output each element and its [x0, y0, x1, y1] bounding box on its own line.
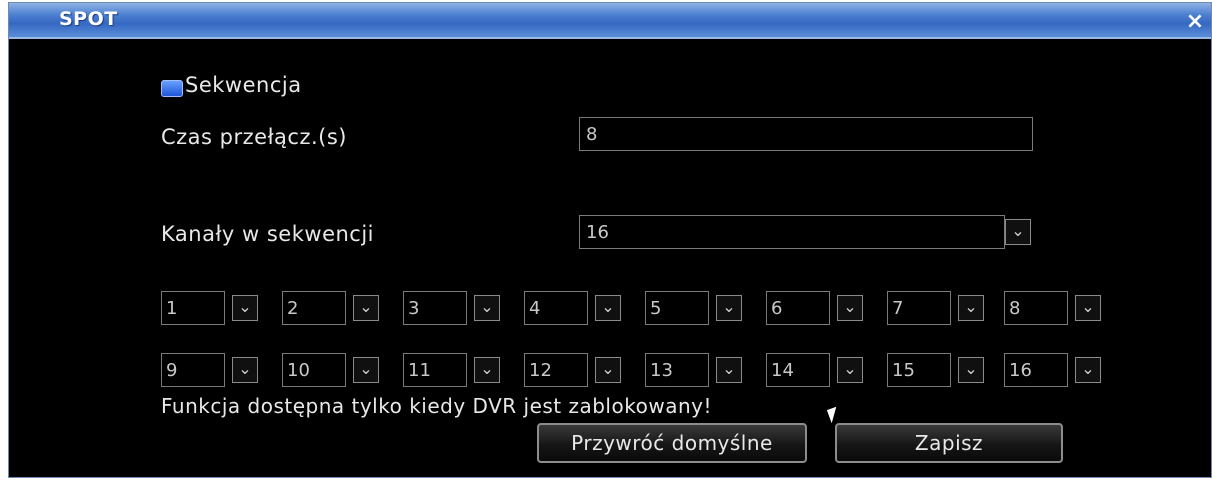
- window-title: SPOT: [59, 8, 118, 30]
- save-button[interactable]: Zapisz: [835, 423, 1063, 463]
- chevron-down-icon[interactable]: ⌄: [595, 357, 621, 383]
- channel-slot-value[interactable]: 4: [524, 291, 588, 325]
- chevron-down-icon[interactable]: ⌄: [474, 295, 500, 321]
- channel-slot-value[interactable]: 16: [1004, 353, 1068, 387]
- channel-slot-value[interactable]: 1: [161, 291, 225, 325]
- channel-slot-value[interactable]: 7: [887, 291, 951, 325]
- channel-slot-value[interactable]: 10: [282, 353, 346, 387]
- channel-slot-value[interactable]: 6: [766, 291, 830, 325]
- chevron-down-icon[interactable]: ⌄: [353, 357, 379, 383]
- mouse-cursor-icon: [826, 406, 842, 424]
- channels-in-sequence-label: Kanały w sekwencji: [161, 222, 375, 246]
- channel-slot-value[interactable]: 2: [282, 291, 346, 325]
- spot-dialog: SPOT × Sekwencja Czas przełącz.(s) 8 Kan…: [8, 2, 1212, 478]
- chevron-down-icon[interactable]: ⌄: [1075, 357, 1101, 383]
- channel-slot-value[interactable]: 8: [1004, 291, 1068, 325]
- chevron-down-icon[interactable]: ⌄: [595, 295, 621, 321]
- chevron-down-icon[interactable]: ⌄: [837, 295, 863, 321]
- switch-time-input[interactable]: 8: [579, 117, 1033, 151]
- close-icon[interactable]: ×: [1185, 11, 1205, 33]
- channel-slot-value[interactable]: 13: [645, 353, 709, 387]
- sequence-checkbox[interactable]: [161, 80, 183, 97]
- channel-slot-value[interactable]: 9: [161, 353, 225, 387]
- chevron-down-icon[interactable]: ⌄: [1005, 219, 1031, 245]
- chevron-down-icon[interactable]: ⌄: [232, 295, 258, 321]
- notice-text: Funkcja dostępna tylko kiedy DVR jest za…: [161, 394, 712, 418]
- chevron-down-icon[interactable]: ⌄: [837, 357, 863, 383]
- title-bar[interactable]: SPOT ×: [9, 3, 1211, 39]
- channel-slot-value[interactable]: 5: [645, 291, 709, 325]
- chevron-down-icon[interactable]: ⌄: [716, 357, 742, 383]
- channel-slot-value[interactable]: 15: [887, 353, 951, 387]
- channel-slot-value[interactable]: 12: [524, 353, 588, 387]
- switch-time-label: Czas przełącz.(s): [161, 125, 347, 149]
- channel-slot-value[interactable]: 3: [403, 291, 467, 325]
- channels-in-sequence-select[interactable]: 16: [579, 215, 1005, 249]
- restore-defaults-button[interactable]: Przywróć domyślne: [537, 423, 807, 463]
- chevron-down-icon[interactable]: ⌄: [474, 357, 500, 383]
- chevron-down-icon[interactable]: ⌄: [232, 357, 258, 383]
- chevron-down-icon[interactable]: ⌄: [958, 357, 984, 383]
- chevron-down-icon[interactable]: ⌄: [353, 295, 379, 321]
- chevron-down-icon[interactable]: ⌄: [958, 295, 984, 321]
- chevron-down-icon[interactable]: ⌄: [716, 295, 742, 321]
- channel-slot-value[interactable]: 11: [403, 353, 467, 387]
- channel-slot-value[interactable]: 14: [766, 353, 830, 387]
- chevron-down-icon[interactable]: ⌄: [1075, 295, 1101, 321]
- sequence-label: Sekwencja: [185, 73, 302, 97]
